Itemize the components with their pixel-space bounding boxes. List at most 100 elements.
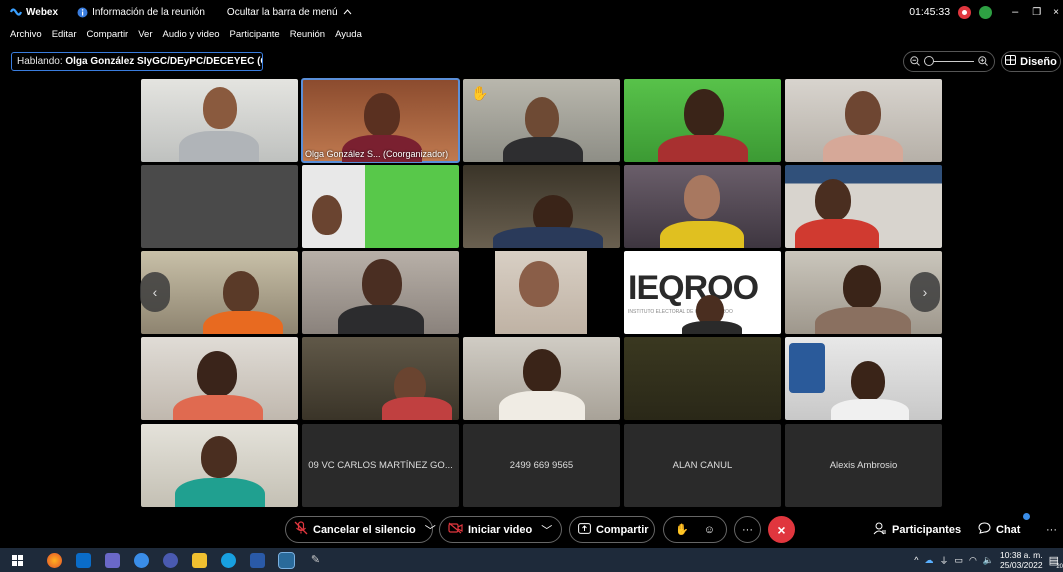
- participant-body: [499, 391, 585, 420]
- participant-head: [364, 93, 400, 137]
- video-tile[interactable]: [302, 165, 459, 248]
- share-screen-icon: [578, 522, 591, 537]
- active-speaker-bar[interactable]: Hablando: Olga González SIyGC/DEyPC/DECE…: [11, 52, 263, 71]
- raise-hand-icon[interactable]: ✋: [675, 523, 689, 536]
- minimize-icon[interactable]: –: [1012, 6, 1018, 18]
- video-tile[interactable]: [624, 337, 781, 420]
- name-tile[interactable]: Alexis Ambrosio: [785, 424, 942, 507]
- pen-tool-icon[interactable]: ✎: [308, 553, 323, 568]
- outlook-icon[interactable]: [76, 552, 91, 568]
- name-tile[interactable]: ALAN CANUL: [624, 424, 781, 507]
- share-button[interactable]: Compartir: [569, 516, 655, 543]
- unmute-button[interactable]: Cancelar el silencio ﹀: [285, 516, 436, 543]
- zoom-knob[interactable]: [924, 56, 934, 66]
- video-grid: Olga González S... (Coorganizador) ✋ IEQ…: [141, 78, 943, 509]
- participants-label: Participantes: [892, 523, 962, 536]
- zoom-in-icon[interactable]: [978, 53, 988, 71]
- menu-audio-video[interactable]: Audio y video: [162, 29, 219, 40]
- clock-time: 10:38 a. m.: [1000, 550, 1043, 560]
- video-tile[interactable]: [463, 165, 620, 248]
- wifi-icon[interactable]: ◠: [969, 555, 977, 566]
- file-explorer-icon[interactable]: [192, 552, 207, 568]
- video-tile[interactable]: [463, 337, 620, 420]
- connection-status-icon[interactable]: [979, 5, 993, 19]
- participant-head: [519, 261, 559, 307]
- chat-button[interactable]: Chat: [969, 513, 1030, 543]
- chevron-down-icon[interactable]: ﹀: [425, 522, 436, 538]
- video-tile[interactable]: [141, 424, 298, 507]
- video-tile[interactable]: [785, 79, 942, 162]
- video-tile[interactable]: [141, 79, 298, 162]
- video-tile-logo[interactable]: IEQROO INSTITUTO ELECTORAL DE QUINTANA R…: [624, 251, 781, 334]
- windows-start-icon[interactable]: [12, 554, 23, 566]
- zoom-slider[interactable]: [903, 51, 995, 72]
- participant-body: [815, 307, 911, 334]
- hide-menu-bar-button[interactable]: Ocultar la barra de menú: [227, 7, 352, 18]
- notifications-icon[interactable]: ▤ 20: [1049, 554, 1063, 570]
- zoom-track[interactable]: [924, 56, 974, 66]
- emoji-reaction-icon[interactable]: ☺: [704, 524, 715, 536]
- hide-menu-label: Ocultar la barra de menú: [226, 6, 338, 18]
- app-name: Webex: [26, 6, 59, 18]
- video-tile[interactable]: [302, 251, 459, 334]
- browser-icon[interactable]: [163, 552, 178, 568]
- video-tile-host[interactable]: Olga González S... (Coorganizador): [301, 78, 460, 163]
- webex-app-icon[interactable]: [278, 551, 295, 569]
- battery-icon[interactable]: ▭: [954, 555, 963, 566]
- video-tile[interactable]: [785, 165, 942, 248]
- chat-label: Chat: [996, 523, 1021, 536]
- leave-meeting-button[interactable]: ×: [768, 516, 795, 543]
- menu-reunion[interactable]: Reunión: [290, 29, 325, 40]
- overflow-menu-button[interactable]: ···: [1038, 516, 1063, 543]
- menu-editar[interactable]: Editar: [52, 29, 77, 40]
- zoom-out-icon[interactable]: [910, 53, 920, 71]
- teams-icon[interactable]: [105, 552, 120, 568]
- skype-icon[interactable]: [221, 552, 236, 568]
- video-tile[interactable]: [141, 165, 298, 248]
- system-clock[interactable]: 10:38 a. m. 25/03/2022: [1000, 550, 1043, 570]
- chevron-down-icon[interactable]: ﹀: [541, 522, 552, 538]
- previous-page-button[interactable]: ‹: [140, 272, 170, 312]
- participant-body: [338, 305, 424, 334]
- video-tile[interactable]: ✋: [463, 79, 620, 162]
- restore-icon[interactable]: ❐: [1032, 7, 1041, 18]
- meeting-info-button[interactable]: Información de la reunión: [76, 6, 205, 18]
- video-tile[interactable]: [785, 337, 942, 420]
- reactions-group[interactable]: ✋ ☺: [663, 516, 727, 543]
- video-tile[interactable]: [463, 251, 620, 334]
- cloud-icon[interactable]: ☁: [924, 555, 933, 566]
- menu-ayuda[interactable]: Ayuda: [335, 29, 362, 40]
- start-video-button[interactable]: Iniciar video ﹀: [439, 516, 562, 543]
- usb-icon[interactable]: ⏚: [939, 554, 948, 567]
- notification-count: 20: [1056, 563, 1063, 570]
- video-tile[interactable]: [624, 79, 781, 162]
- participants-button[interactable]: Participantes: [864, 516, 970, 543]
- chevron-up-icon[interactable]: ^: [914, 555, 918, 565]
- video-tile[interactable]: [302, 337, 459, 420]
- layout-button[interactable]: Diseño: [1001, 51, 1061, 72]
- menu-compartir[interactable]: Compartir: [87, 29, 129, 40]
- raised-hand-icon: ✋: [471, 85, 489, 101]
- word-icon[interactable]: [250, 552, 265, 568]
- next-page-button[interactable]: ›: [910, 272, 940, 312]
- name-tile[interactable]: 2499 669 9565: [463, 424, 620, 507]
- poster-decoration: [789, 343, 825, 393]
- speaking-prefix: Hablando:: [17, 56, 63, 67]
- menu-ver[interactable]: Ver: [138, 29, 152, 40]
- participant-body: [503, 137, 583, 162]
- participant-body: [831, 399, 909, 420]
- menu-participante[interactable]: Participante: [230, 29, 280, 40]
- video-tile[interactable]: [141, 337, 298, 420]
- chat-app-icon[interactable]: [134, 552, 149, 568]
- chevron-left-icon: ‹: [152, 284, 158, 300]
- close-icon[interactable]: ×: [1053, 7, 1059, 18]
- menu-archivo[interactable]: Archivo: [10, 29, 42, 40]
- more-options-button[interactable]: ···: [734, 516, 761, 543]
- video-tile[interactable]: [624, 165, 781, 248]
- os-taskbar: ✎ ^ ☁ ⏚ ▭ ◠ 🔈 10:38 a. m. 25/03/2022 ▤ 20: [0, 548, 1063, 572]
- participant-name: ALAN CANUL: [672, 460, 733, 471]
- name-tile[interactable]: 09 VC CARLOS MARTÍNEZ GO...: [302, 424, 459, 507]
- volume-icon[interactable]: 🔈: [983, 555, 994, 566]
- recording-indicator-icon[interactable]: [958, 5, 972, 19]
- firefox-icon[interactable]: [47, 552, 62, 568]
